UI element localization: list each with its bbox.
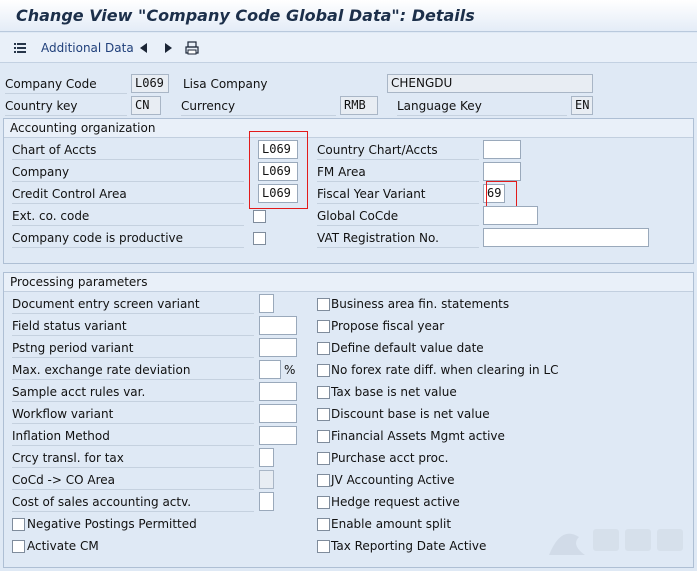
next-icon[interactable] — [160, 40, 176, 56]
country-key-label: Country key — [5, 98, 127, 116]
additional-data-button[interactable]: Additional Data — [41, 41, 134, 55]
activate-cm-checkbox[interactable] — [12, 540, 25, 553]
title-bar: Change View "Company Code Global Data": … — [0, 0, 697, 32]
param-label: Workflow variant — [12, 406, 254, 424]
vat-registration-field[interactable] — [483, 228, 649, 247]
group-title: Processing parameters — [4, 273, 693, 292]
param-label: Max. exchange rate deviation — [12, 362, 254, 380]
company-code-label: Company Code — [5, 76, 127, 94]
language-key-field[interactable]: EN — [571, 96, 593, 115]
param-label: Cost of sales accounting actv. — [12, 494, 254, 512]
option-checkbox[interactable] — [317, 430, 330, 443]
param-label: Field status variant — [12, 318, 254, 336]
option-checkbox[interactable] — [317, 408, 330, 421]
option-checkbox[interactable] — [317, 518, 330, 531]
option-label: Tax base is net value — [331, 385, 457, 399]
negative-postings-label: Negative Postings Permitted — [27, 517, 197, 531]
option-label: Business area fin. statements — [331, 297, 510, 311]
company-code-field[interactable]: L069 — [131, 74, 169, 93]
country-chart-field[interactable] — [483, 140, 521, 159]
activate-cm-label: Activate CM — [27, 539, 99, 553]
currency-field[interactable]: RMB — [340, 96, 378, 115]
param-field[interactable] — [259, 360, 281, 379]
param-field[interactable] — [259, 470, 274, 489]
option-label: Tax Reporting Date Active — [331, 539, 487, 553]
previous-icon[interactable] — [136, 40, 152, 56]
country-chart-label: Country Chart/Accts — [317, 142, 479, 160]
city-field[interactable]: CHENGDU — [387, 74, 593, 93]
param-field[interactable] — [259, 294, 274, 313]
chart-of-accts-label: Chart of Accts — [12, 142, 244, 160]
option-checkbox[interactable] — [317, 496, 330, 509]
productive-checkbox[interactable] — [253, 232, 266, 245]
ext-co-code-label: Ext. co. code — [12, 208, 244, 226]
currency-label: Currency — [181, 98, 336, 116]
company-label: Company — [12, 164, 244, 182]
company-name: Lisa Company — [183, 77, 268, 91]
application-toolbar: Additional Data — [0, 33, 697, 63]
option-label: No forex rate diff. when clearing in LC — [331, 363, 559, 377]
option-checkbox[interactable] — [317, 474, 330, 487]
highlight-box-org-fields — [249, 131, 308, 209]
ext-co-code-checkbox[interactable] — [253, 210, 266, 223]
param-label: Inflation Method — [12, 428, 254, 446]
param-field[interactable] — [259, 448, 274, 467]
list-icon[interactable] — [12, 40, 28, 56]
country-key-field[interactable]: CN — [131, 96, 161, 115]
percent-sign: % — [284, 363, 296, 377]
option-checkbox[interactable] — [317, 320, 330, 333]
option-label: Discount base is net value — [331, 407, 490, 421]
fm-area-label: FM Area — [317, 164, 479, 182]
option-label: Purchase acct proc. — [331, 451, 449, 465]
param-field[interactable] — [259, 426, 297, 445]
option-checkbox[interactable] — [317, 298, 330, 311]
param-field[interactable] — [259, 404, 297, 423]
option-checkbox[interactable] — [317, 342, 330, 355]
param-field[interactable] — [259, 316, 297, 335]
highlight-box-fiscal-year — [486, 181, 517, 207]
option-label: Hedge request active — [331, 495, 460, 509]
param-label: CoCd -> CO Area — [12, 472, 254, 490]
param-field[interactable] — [259, 338, 297, 357]
param-label: Pstng period variant — [12, 340, 254, 358]
productive-label: Company code is productive — [12, 230, 244, 248]
option-label: Propose fiscal year — [331, 319, 445, 333]
param-label: Document entry screen variant — [12, 296, 254, 314]
option-checkbox[interactable] — [317, 386, 330, 399]
option-checkbox[interactable] — [317, 540, 330, 553]
param-label: Sample acct rules var. — [12, 384, 254, 402]
watermark-logo — [541, 515, 691, 565]
print-icon[interactable] — [184, 40, 200, 56]
option-label: JV Accounting Active — [331, 473, 455, 487]
credit-control-area-label: Credit Control Area — [12, 186, 244, 204]
fm-area-field[interactable] — [483, 162, 521, 181]
option-label: Define default value date — [331, 341, 484, 355]
page-title: Change View "Company Code Global Data": … — [16, 6, 475, 25]
vat-registration-label: VAT Registration No. — [317, 230, 479, 248]
option-label: Financial Assets Mgmt active — [331, 429, 505, 443]
option-checkbox[interactable] — [317, 364, 330, 377]
global-cocde-label: Global CoCde — [317, 208, 479, 226]
param-field[interactable] — [259, 492, 274, 511]
param-label: Crcy transl. for tax — [12, 450, 254, 468]
option-label: Enable amount split — [331, 517, 452, 531]
language-key-label: Language Key — [397, 98, 567, 116]
negative-postings-checkbox[interactable] — [12, 518, 25, 531]
param-field[interactable] — [259, 382, 297, 401]
group-title: Accounting organization — [4, 119, 693, 138]
global-cocde-field[interactable] — [483, 206, 538, 225]
fiscal-year-variant-label: Fiscal Year Variant — [317, 186, 479, 204]
option-checkbox[interactable] — [317, 452, 330, 465]
